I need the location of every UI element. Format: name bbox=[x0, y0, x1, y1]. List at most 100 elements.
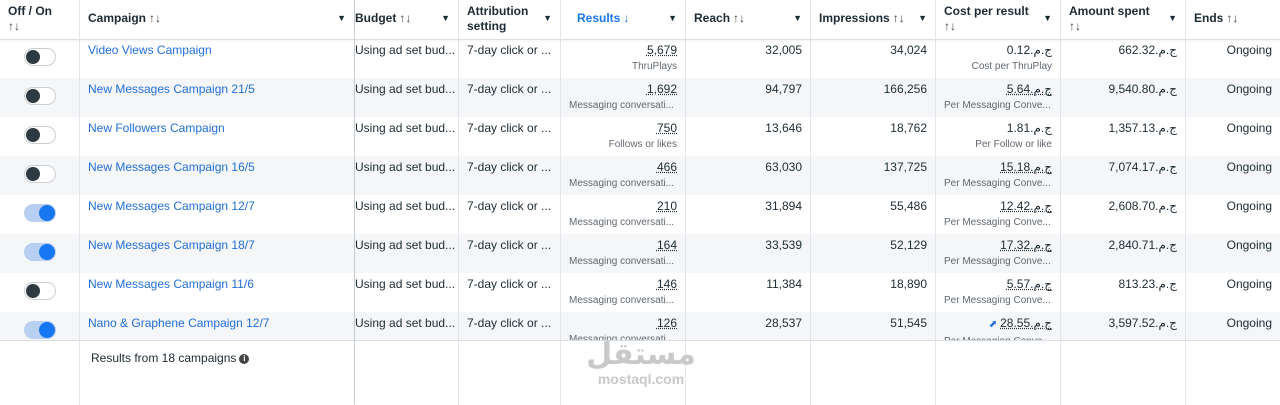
reach-cell: 28,537 bbox=[686, 312, 811, 340]
dropdown-caret-icon[interactable]: ▼ bbox=[668, 11, 677, 26]
cost-type: Per Messaging Conve... bbox=[944, 100, 1051, 111]
col-reach-header[interactable]: Reach ↑↓ ▼ bbox=[686, 0, 811, 39]
campaign-toggle[interactable] bbox=[24, 321, 56, 339]
watermark: مستقل mostaql.com bbox=[586, 337, 696, 387]
attribution-cell: 7-day click or ... bbox=[459, 39, 561, 78]
table-row[interactable]: New Messages Campaign 16/5 Using ad set … bbox=[0, 156, 1280, 195]
reach-cell: 94,797 bbox=[686, 78, 811, 117]
campaign-toggle[interactable] bbox=[24, 165, 56, 183]
table-row[interactable]: New Messages Campaign 11/6 Using ad set … bbox=[0, 273, 1280, 312]
dropdown-caret-icon[interactable]: ▼ bbox=[793, 11, 802, 26]
results-value[interactable]: 1,692 bbox=[647, 82, 677, 96]
campaign-name-link[interactable]: New Messages Campaign 16/5 bbox=[80, 156, 355, 195]
trend-up-icon[interactable]: ⬈ bbox=[989, 319, 997, 330]
toggle-cell bbox=[0, 39, 80, 78]
campaign-name-link[interactable]: New Followers Campaign bbox=[80, 117, 355, 156]
cost-value[interactable]: ج.م.28.55 bbox=[1000, 316, 1052, 330]
watermark-arabic: مستقل bbox=[586, 337, 696, 372]
results-value[interactable]: 126 bbox=[657, 316, 677, 330]
campaign-name-link[interactable]: New Messages Campaign 11/6 bbox=[80, 273, 355, 312]
campaign-name-link[interactable]: Video Views Campaign bbox=[80, 39, 355, 78]
col-ends-header[interactable]: Ends ↑↓ bbox=[1186, 0, 1280, 39]
table-row[interactable]: New Messages Campaign 18/7 Using ad set … bbox=[0, 234, 1280, 273]
campaign-toggle[interactable] bbox=[24, 87, 56, 105]
ends-cell: Ongoing bbox=[1226, 121, 1272, 135]
toggle-knob bbox=[39, 205, 55, 221]
campaign-name-link[interactable]: New Messages Campaign 12/7 bbox=[80, 195, 355, 234]
results-value[interactable]: 5,679 bbox=[647, 43, 677, 57]
sort-icon[interactable]: ↑↓ bbox=[149, 11, 161, 25]
col-impressions-label: Impressions bbox=[819, 11, 890, 25]
results-value[interactable]: 750 bbox=[657, 121, 677, 135]
impressions-cell: 34,024 bbox=[811, 39, 936, 78]
amount-spent-cell: ج.م.813.23 bbox=[1061, 273, 1186, 312]
footer-cell bbox=[936, 341, 1061, 405]
attribution-cell: 7-day click or ... bbox=[459, 234, 561, 273]
cost-value[interactable]: ج.م.5.64 bbox=[1007, 82, 1052, 96]
sort-icon[interactable]: ↑↓ bbox=[8, 19, 20, 33]
toggle-knob bbox=[26, 89, 40, 103]
sort-icon[interactable]: ↑↓ bbox=[893, 11, 905, 25]
dropdown-caret-icon[interactable]: ▼ bbox=[1043, 11, 1052, 26]
ends-cell: Ongoing bbox=[1226, 238, 1272, 252]
campaign-name-link[interactable]: Nano & Graphene Campaign 12/7 bbox=[80, 312, 355, 340]
dropdown-caret-icon[interactable]: ▼ bbox=[918, 11, 927, 26]
cost-value[interactable]: ج.م.1.81 bbox=[1007, 121, 1052, 135]
cost-type: Per Messaging Conve... bbox=[944, 256, 1051, 267]
col-amount-header[interactable]: Amount spent ↑↓ ▼ bbox=[1061, 0, 1186, 39]
results-cell: 126 Messaging conversati... bbox=[561, 312, 686, 340]
campaign-toggle[interactable] bbox=[24, 126, 56, 144]
amount-spent-cell: ج.م.662.32 bbox=[1061, 39, 1186, 78]
campaign-toggle[interactable] bbox=[24, 282, 56, 300]
campaign-toggle[interactable] bbox=[24, 204, 56, 222]
results-value[interactable]: 210 bbox=[657, 199, 677, 213]
results-value[interactable]: 146 bbox=[657, 277, 677, 291]
col-attribution-header[interactable]: Attribution setting ▼ bbox=[459, 0, 561, 39]
sort-icon[interactable]: ↑↓ bbox=[1226, 11, 1238, 25]
dropdown-caret-icon[interactable]: ▼ bbox=[543, 11, 552, 26]
attribution-cell: 7-day click or ... bbox=[459, 78, 561, 117]
results-type: ThruPlays bbox=[631, 61, 677, 72]
dropdown-caret-icon[interactable]: ▼ bbox=[441, 11, 450, 26]
sort-icon[interactable]: ↑↓ bbox=[399, 11, 411, 25]
results-value[interactable]: 466 bbox=[657, 160, 677, 174]
cost-value[interactable]: ج.م.17.32 bbox=[1000, 238, 1052, 252]
cost-value[interactable]: ج.م.12.42 bbox=[1000, 199, 1052, 213]
cost-value[interactable]: ج.م.0.12 bbox=[1007, 43, 1052, 57]
table-row[interactable]: Nano & Graphene Campaign 12/7 Using ad s… bbox=[0, 312, 1280, 340]
info-icon[interactable]: i bbox=[239, 354, 250, 364]
col-toggle-header[interactable]: Off / On ↑↓ bbox=[0, 0, 80, 39]
campaign-toggle[interactable] bbox=[24, 48, 56, 66]
cost-cell: ج.م.5.64 Per Messaging Conve... bbox=[936, 78, 1061, 117]
col-cost-header[interactable]: Cost per result ↑↓ ▼ bbox=[936, 0, 1061, 39]
budget-cell: Using ad set bud... bbox=[355, 234, 459, 273]
reach-cell: 63,030 bbox=[686, 156, 811, 195]
sort-icon[interactable]: ↑↓ bbox=[944, 19, 956, 33]
col-cost-label: Cost per result bbox=[944, 4, 1029, 18]
results-cell: 210 Messaging conversati... bbox=[561, 195, 686, 234]
campaign-name-link[interactable]: New Messages Campaign 18/7 bbox=[80, 234, 355, 273]
col-campaign-header[interactable]: Campaign ↑↓ ▼ bbox=[80, 0, 355, 39]
cost-value[interactable]: ج.م.5.57 bbox=[1007, 277, 1052, 291]
results-value[interactable]: 164 bbox=[657, 238, 677, 252]
table-row[interactable]: New Followers Campaign Using ad set bud.… bbox=[0, 117, 1280, 156]
impressions-cell: 51,545 bbox=[811, 312, 936, 340]
col-results-header[interactable]: Results ↓ ▼ bbox=[561, 0, 686, 39]
table-row[interactable]: New Messages Campaign 12/7 Using ad set … bbox=[0, 195, 1280, 234]
cost-type: Per Messaging Conve... bbox=[944, 295, 1051, 306]
campaign-toggle[interactable] bbox=[24, 243, 56, 261]
dropdown-caret-icon[interactable]: ▼ bbox=[337, 11, 346, 26]
table-row[interactable]: New Messages Campaign 21/5 Using ad set … bbox=[0, 78, 1280, 117]
sort-icon[interactable]: ↑↓ bbox=[733, 11, 745, 25]
col-budget-header[interactable]: Budget ↑↓ ▼ bbox=[355, 0, 459, 39]
col-impressions-header[interactable]: Impressions ↑↓ ▼ bbox=[811, 0, 936, 39]
frozen-column-divider bbox=[354, 0, 355, 404]
sort-desc-icon[interactable]: ↓ bbox=[623, 11, 629, 25]
table-row[interactable]: Video Views Campaign Using ad set bud...… bbox=[0, 39, 1280, 78]
cost-value[interactable]: ج.م.15.18 bbox=[1000, 160, 1052, 174]
amount-spent-cell: ج.م.1,357.13 bbox=[1061, 117, 1186, 156]
campaign-name-link[interactable]: New Messages Campaign 21/5 bbox=[80, 78, 355, 117]
sort-icon[interactable]: ↑↓ bbox=[1069, 19, 1081, 33]
dropdown-caret-icon[interactable]: ▼ bbox=[1168, 11, 1177, 26]
cost-type: Per Follow or like bbox=[975, 139, 1052, 150]
